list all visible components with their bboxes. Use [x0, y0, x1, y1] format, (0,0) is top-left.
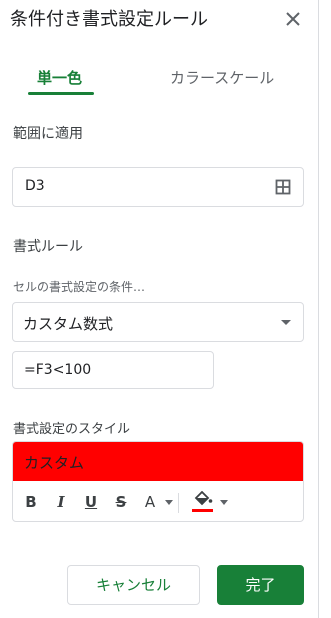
condition-dropdown[interactable]: カスタム数式	[12, 302, 304, 342]
underline-icon: U	[84, 493, 98, 511]
tab-color-scale[interactable]: カラースケール	[170, 68, 274, 88]
close-icon[interactable]	[284, 10, 302, 28]
italic-icon: I	[57, 493, 65, 511]
fill-color-dropdown-icon	[220, 500, 228, 505]
condition-dropdown-value: カスタム数式	[23, 315, 114, 333]
fill-color-icon	[192, 490, 213, 512]
bold-icon: B	[25, 493, 37, 511]
text-color-dropdown-icon	[165, 500, 173, 505]
style-preview[interactable]: カスタム	[13, 442, 303, 481]
format-style-box: カスタム B I U S A	[12, 441, 304, 522]
strikethrough-icon: S	[115, 493, 127, 511]
condition-label: セルの書式設定の条件…	[13, 280, 146, 294]
italic-button[interactable]: I	[50, 491, 72, 513]
range-input[interactable]: D3	[12, 167, 304, 207]
panel-edge-divider	[318, 0, 319, 618]
tab-single-color[interactable]: 単一色	[37, 68, 82, 88]
style-preview-text: カスタム	[24, 454, 85, 472]
done-button[interactable]: 完了	[217, 565, 304, 605]
panel-title: 条件付き書式設定ルール	[10, 9, 208, 30]
apply-range-label: 範囲に適用	[13, 126, 83, 142]
range-input-value: D3	[25, 178, 45, 194]
fill-color-swatch	[192, 509, 213, 512]
active-tab-indicator	[28, 92, 94, 95]
formula-input[interactable]: =F3<100	[12, 351, 214, 389]
format-style-label: 書式設定のスタイル	[13, 422, 131, 437]
bold-button[interactable]: B	[20, 491, 42, 513]
select-range-icon[interactable]	[275, 179, 291, 195]
cancel-button[interactable]: キャンセル	[67, 565, 200, 605]
text-color-icon: A	[144, 493, 156, 511]
fill-color-button[interactable]	[191, 490, 231, 513]
format-rules-label: 書式ルール	[13, 239, 83, 255]
underline-button[interactable]: U	[80, 491, 102, 513]
toolbar-divider	[178, 493, 179, 513]
dropdown-arrow-icon	[281, 320, 291, 325]
strikethrough-button[interactable]: S	[110, 491, 132, 513]
text-color-button[interactable]: A	[141, 491, 175, 513]
formula-input-value: =F3<100	[24, 362, 92, 378]
